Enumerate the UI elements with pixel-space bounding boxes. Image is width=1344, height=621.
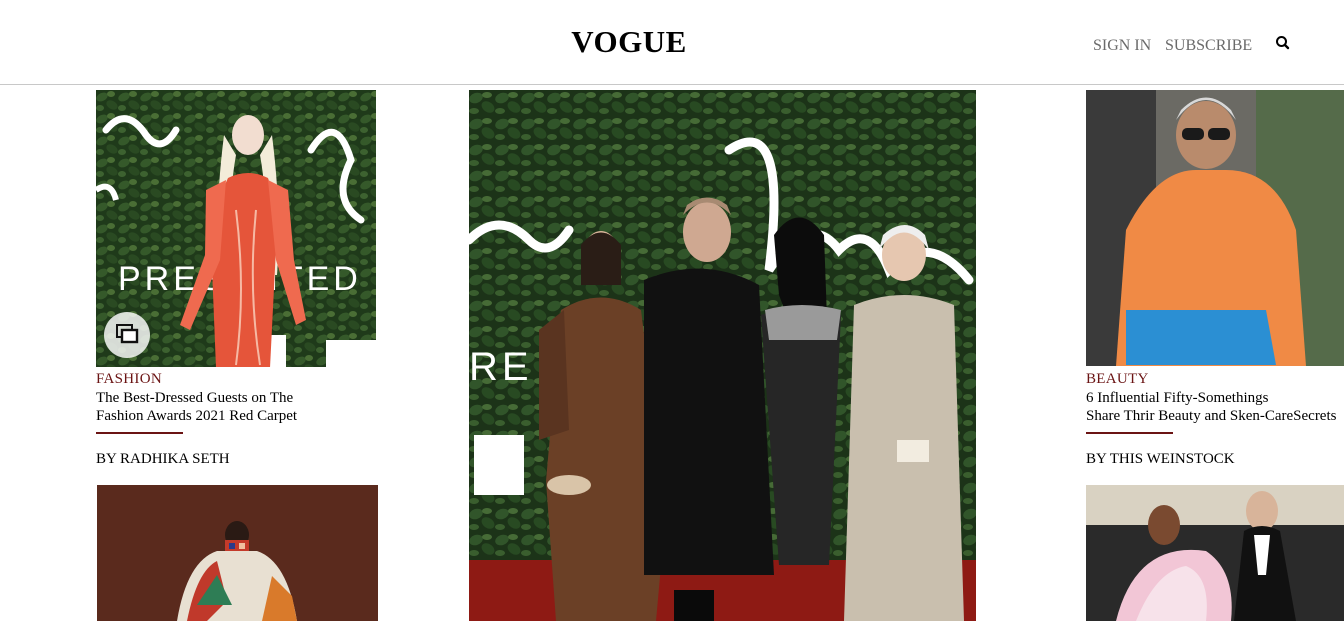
article-headline-line1[interactable]: The Best-Dressed Guests on The — [96, 389, 293, 407]
article-category-beauty[interactable]: BEAUTY — [1086, 371, 1149, 388]
article-image-beauty-fifties[interactable] — [1086, 90, 1344, 366]
headline-divider — [96, 432, 183, 434]
article-image-red-carpet-group[interactable]: RE — [469, 90, 976, 621]
sign-in-link[interactable]: SIGN IN — [1093, 37, 1151, 55]
article-headline-line2[interactable]: Share Thrir Beauty and Sken-CareSecrets — [1086, 407, 1336, 425]
subscribe-link[interactable]: SUBSCRIBE — [1165, 37, 1252, 55]
search-icon[interactable] — [1274, 34, 1292, 52]
article-headline-line2[interactable]: Fashion Awards 2021 Red Carpet — [96, 407, 297, 425]
vogue-logo[interactable]: VOGUE — [0, 24, 1258, 60]
article-image-knit-look[interactable] — [97, 485, 378, 621]
gallery-icon[interactable] — [104, 312, 150, 358]
article-image-fashion-awards[interactable]: PRESENTED — [96, 90, 376, 367]
site-header: VOGUE SIGN IN SUBSCRIBE — [0, 0, 1344, 85]
article-byline[interactable]: BY RADHIKA SETH — [96, 451, 230, 468]
backdrop-text: RE — [469, 345, 533, 389]
article-headline-line1[interactable]: 6 Influential Fifty-Somethings — [1086, 389, 1268, 407]
article-category-fashion[interactable]: FASHION — [96, 371, 162, 388]
headline-divider — [1086, 432, 1173, 434]
article-byline[interactable]: BY THIS WEINSTOCK — [1086, 451, 1235, 468]
article-image-met-gala-couple[interactable] — [1086, 485, 1344, 621]
